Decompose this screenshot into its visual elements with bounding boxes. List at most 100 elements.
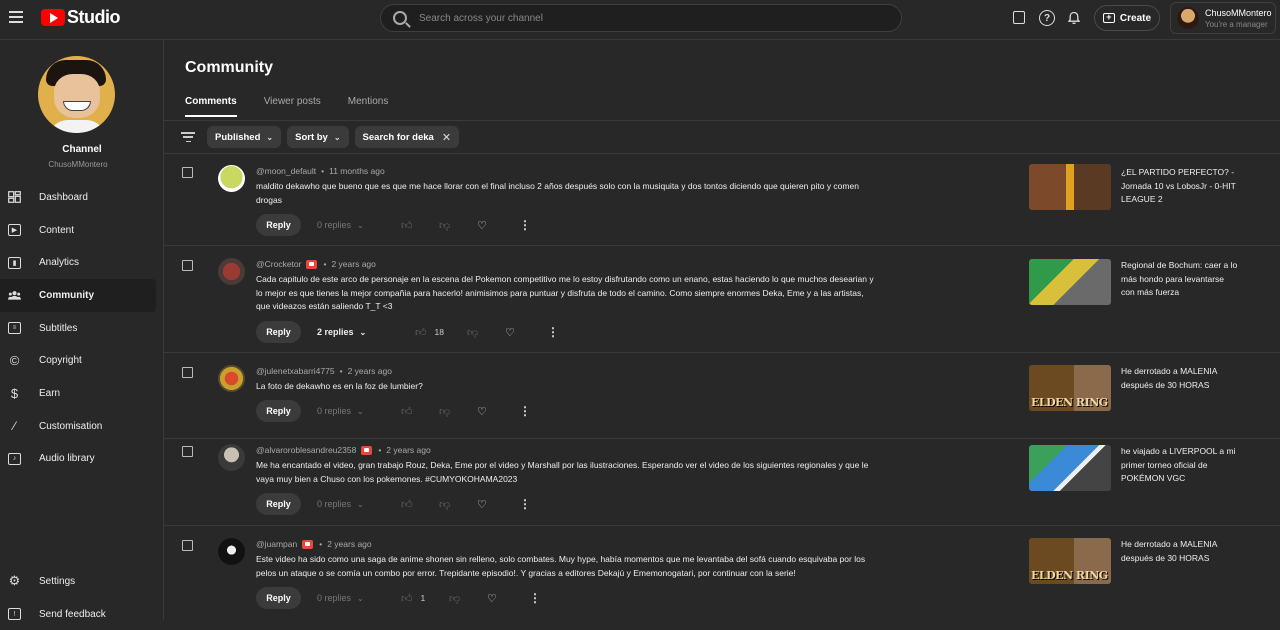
sidebar-item-dashboard[interactable]: Dashboard: [0, 181, 156, 214]
video-thumbnail[interactable]: [1029, 164, 1111, 210]
comment-time[interactable]: 2 years ago: [327, 539, 371, 549]
sidebar-item-send-feedback[interactable]: ! Send feedback: [0, 598, 156, 630]
sidebar-item-subtitles[interactable]: ≡ Subtitles: [0, 312, 156, 345]
published-filter-chip[interactable]: Published ⌄: [207, 126, 282, 148]
subtitles-request-icon[interactable]: [1013, 11, 1025, 24]
comment-author[interactable]: @juampan: [256, 539, 297, 549]
like-icon[interactable]: 👍︎ 1: [401, 592, 449, 605]
tab-mentions[interactable]: Mentions: [348, 96, 389, 117]
bell-icon[interactable]: [1066, 10, 1082, 26]
commenter-avatar[interactable]: [218, 165, 245, 192]
filter-icon[interactable]: [181, 132, 195, 142]
sidebar-item-copyright[interactable]: © Copyright: [0, 344, 156, 377]
comment-time[interactable]: 2 years ago: [348, 366, 392, 376]
comment-author[interactable]: @moon_default: [256, 166, 316, 176]
sidebar-item-content[interactable]: ▶ Content: [0, 214, 156, 247]
more-options-icon[interactable]: ⋮: [543, 325, 563, 339]
heart-icon[interactable]: ♡: [477, 405, 515, 418]
video-thumbnail[interactable]: ELDEN RING: [1029, 538, 1111, 584]
like-icon[interactable]: 👍︎: [401, 219, 439, 232]
search-bar[interactable]: [380, 4, 902, 32]
dislike-icon[interactable]: 👎︎: [439, 498, 477, 511]
search-filter-chip[interactable]: Search for deka ✕: [354, 126, 460, 148]
reply-button[interactable]: Reply: [256, 400, 301, 422]
comment-time[interactable]: 2 years ago: [386, 445, 430, 455]
dislike-icon[interactable]: 👎︎: [439, 405, 477, 418]
more-options-icon[interactable]: ⋮: [525, 591, 545, 605]
community-icon: [8, 289, 21, 301]
sidebar-item-analytics[interactable]: ▮ Analytics: [0, 246, 156, 279]
replies-toggle[interactable]: 2 replies ⌄: [317, 327, 415, 337]
video-thumbnail[interactable]: [1029, 259, 1111, 305]
channel-avatar[interactable]: [38, 56, 115, 133]
replies-toggle[interactable]: 0 replies ⌄: [317, 406, 401, 416]
studio-logo[interactable]: Studio: [41, 7, 121, 28]
comment-time[interactable]: 2 years ago: [331, 259, 375, 269]
comment-author[interactable]: @julenetxabarri4775: [256, 366, 335, 376]
reply-button[interactable]: Reply: [256, 214, 301, 236]
sort-by-chip[interactable]: Sort by ⌄: [287, 126, 349, 148]
help-icon[interactable]: ?: [1039, 10, 1055, 26]
reply-button[interactable]: Reply: [256, 321, 301, 343]
video-thumbnail[interactable]: ELDEN RING: [1029, 365, 1111, 411]
commenter-avatar[interactable]: [218, 444, 245, 471]
comment-actions: Reply 0 replies ⌄ 👍︎ 👎︎ ♡ ⋮: [256, 493, 535, 515]
heart-icon[interactable]: ♡: [505, 326, 543, 339]
reply-button[interactable]: Reply: [256, 587, 301, 609]
sidebar-item-audio-library[interactable]: ♪ Audio library: [0, 443, 156, 476]
reply-button[interactable]: Reply: [256, 493, 301, 515]
dislike-icon[interactable]: 👎︎: [449, 592, 487, 605]
more-options-icon[interactable]: ⋮: [515, 497, 535, 511]
heart-icon[interactable]: ♡: [477, 219, 515, 232]
replies-toggle[interactable]: 0 replies ⌄: [317, 593, 401, 603]
dislike-icon[interactable]: 👎︎: [467, 326, 505, 339]
feedback-icon: !: [8, 608, 21, 621]
like-icon[interactable]: 👍︎: [401, 498, 439, 511]
sidebar-item-community[interactable]: Community: [0, 279, 156, 312]
sidebar-item-earn[interactable]: $ Earn: [0, 377, 156, 410]
commenter-avatar[interactable]: [218, 538, 245, 565]
like-icon[interactable]: 👍︎: [401, 405, 439, 418]
like-icon[interactable]: 👍︎ 18: [415, 326, 467, 339]
sidebar-item-settings[interactable]: ⚙ Settings: [0, 565, 156, 598]
select-checkbox[interactable]: [182, 167, 193, 178]
comment-actions: Reply 0 replies ⌄ 👍︎ 👎︎ ♡ ⋮: [256, 214, 535, 236]
comment-author[interactable]: @alvaroroblesandreu2358: [256, 445, 356, 455]
search-icon[interactable]: [393, 11, 407, 25]
main-content: Community Comments Viewer posts Mentions…: [164, 40, 1280, 620]
select-checkbox[interactable]: [182, 367, 193, 378]
close-icon[interactable]: ✕: [442, 131, 451, 144]
tab-viewer-posts[interactable]: Viewer posts: [264, 96, 321, 117]
content-icon: ▶: [8, 224, 21, 237]
search-input[interactable]: [419, 12, 879, 24]
like-count: 1: [420, 593, 426, 603]
sidebar-item-customisation[interactable]: ⁄ Customisation: [0, 410, 156, 443]
select-checkbox[interactable]: [182, 260, 193, 271]
commenter-avatar[interactable]: [218, 258, 245, 285]
comment-author[interactable]: @Crocketor: [256, 259, 301, 269]
sidebar-item-label: Subtitles: [39, 322, 78, 334]
video-title[interactable]: Regional de Bochum: caer a lo más hondo …: [1121, 259, 1239, 300]
select-checkbox[interactable]: [182, 540, 193, 551]
video-thumbnail[interactable]: [1029, 445, 1111, 491]
commenter-avatar[interactable]: [218, 365, 245, 392]
heart-icon[interactable]: ♡: [477, 498, 515, 511]
comment-time[interactable]: 11 months ago: [329, 166, 385, 176]
more-options-icon[interactable]: ⋮: [515, 404, 535, 418]
video-title[interactable]: He derrotado a MALENIA después de 30 HOR…: [1121, 365, 1239, 392]
account-switcher[interactable]: ChusoMMontero You're a manager: [1170, 2, 1276, 34]
select-checkbox[interactable]: [182, 446, 193, 457]
video-title[interactable]: he viajado a LIVERPOOL a mi primer torne…: [1121, 445, 1239, 486]
thumbnail-label: ELDEN RING: [1031, 396, 1108, 409]
video-title[interactable]: ¿EL PARTIDO PERFECTO? - Jornada 10 vs Lo…: [1121, 166, 1239, 207]
dislike-icon[interactable]: 👎︎: [439, 219, 477, 232]
more-options-icon[interactable]: ⋮: [515, 218, 535, 232]
comment-actions: Reply 0 replies ⌄ 👍︎ 👎︎ ♡ ⋮: [256, 400, 535, 422]
tab-comments[interactable]: Comments: [185, 96, 237, 117]
replies-toggle[interactable]: 0 replies ⌄: [317, 220, 401, 230]
heart-icon[interactable]: ♡: [487, 592, 525, 605]
create-button[interactable]: + Create: [1094, 5, 1160, 31]
menu-icon[interactable]: [9, 11, 23, 23]
replies-toggle[interactable]: 0 replies ⌄: [317, 499, 401, 509]
video-title[interactable]: He derrotado a MALENIA después de 30 HOR…: [1121, 538, 1239, 565]
